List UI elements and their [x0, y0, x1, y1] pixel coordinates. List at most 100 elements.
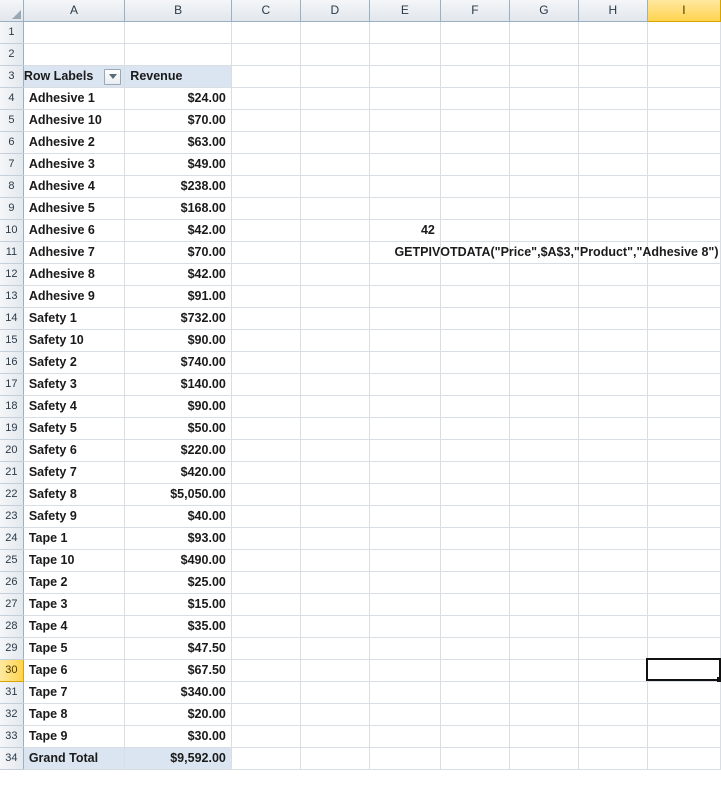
cell-e4[interactable]: [369, 87, 441, 110]
pivot-row-label[interactable]: Tape 8: [23, 703, 126, 726]
cell-h15[interactable]: [578, 329, 648, 352]
column-header-g[interactable]: G: [509, 0, 579, 22]
cell-f18[interactable]: [440, 395, 510, 418]
cell-e6[interactable]: [369, 131, 441, 154]
pivot-row-revenue[interactable]: $70.00: [124, 109, 232, 132]
cell-e29[interactable]: [369, 637, 441, 660]
cell-d8[interactable]: [300, 175, 370, 198]
pivot-row-label[interactable]: Adhesive 9: [23, 285, 126, 308]
cell-c8[interactable]: [231, 175, 301, 198]
cell-f32[interactable]: [440, 703, 510, 726]
cell-c29[interactable]: [231, 637, 301, 660]
cell-g9[interactable]: [509, 197, 579, 220]
cell-i16[interactable]: [647, 351, 721, 374]
cell-d6[interactable]: [300, 131, 370, 154]
pivot-row-revenue[interactable]: $70.00: [124, 241, 232, 264]
row-header-12[interactable]: 12: [0, 263, 24, 286]
cell-g28[interactable]: [509, 615, 579, 638]
cell-c20[interactable]: [231, 439, 301, 462]
cell-f31[interactable]: [440, 681, 510, 704]
cell-e1[interactable]: [369, 21, 441, 44]
select-all-corner-button[interactable]: [0, 0, 24, 22]
pivot-row-label[interactable]: Adhesive 3: [23, 153, 126, 176]
cell-g27[interactable]: [509, 593, 579, 616]
cell-f10[interactable]: [440, 219, 510, 242]
cell-h5[interactable]: [578, 109, 648, 132]
cell-f11[interactable]: [440, 241, 510, 264]
cell-i31[interactable]: [647, 681, 721, 704]
cell-f3[interactable]: [440, 65, 510, 88]
cell-e22[interactable]: [369, 483, 441, 506]
cell-h17[interactable]: [578, 373, 648, 396]
cell-c13[interactable]: [231, 285, 301, 308]
cell-a1[interactable]: [23, 21, 126, 44]
cell-d11[interactable]: [300, 241, 370, 264]
cell-c31[interactable]: [231, 681, 301, 704]
cell-f26[interactable]: [440, 571, 510, 594]
cell-d19[interactable]: [300, 417, 370, 440]
worksheet-table[interactable]: A B C D E F G H I 1 2 3 Row Labels Reven…: [0, 0, 721, 770]
pivot-row-revenue[interactable]: $340.00: [124, 681, 232, 704]
cell-h7[interactable]: [578, 153, 648, 176]
row-header-15[interactable]: 15: [0, 329, 24, 352]
cell-e14[interactable]: [369, 307, 441, 330]
cell-i28[interactable]: [647, 615, 721, 638]
cell-g10[interactable]: [509, 219, 579, 242]
pivot-row-label[interactable]: Adhesive 5: [23, 197, 126, 220]
cell-c28[interactable]: [231, 615, 301, 638]
cell-d15[interactable]: [300, 329, 370, 352]
pivot-row-label[interactable]: Safety 8: [23, 483, 126, 506]
cell-d4[interactable]: [300, 87, 370, 110]
row-header-30[interactable]: 30: [0, 658, 24, 682]
cell-e25[interactable]: [369, 549, 441, 572]
row-header-31[interactable]: 31: [0, 681, 24, 704]
cell-f13[interactable]: [440, 285, 510, 308]
cell-i29[interactable]: [647, 637, 721, 660]
cell-c3[interactable]: [231, 65, 301, 88]
pivot-row-revenue[interactable]: $90.00: [124, 395, 232, 418]
cell-b2[interactable]: [124, 43, 232, 66]
pivot-row-label[interactable]: Tape 1: [23, 527, 126, 550]
pivot-row-label[interactable]: Adhesive 4: [23, 175, 126, 198]
cell-e20[interactable]: [369, 439, 441, 462]
cell-i34[interactable]: [647, 747, 721, 770]
cell-g33[interactable]: [509, 725, 579, 748]
cell-e33[interactable]: [369, 725, 441, 748]
cell-c17[interactable]: [231, 373, 301, 396]
row-header-16[interactable]: 16: [0, 351, 24, 374]
row-header-6[interactable]: 6: [0, 131, 24, 154]
row-header-22[interactable]: 22: [0, 483, 24, 506]
cell-g26[interactable]: [509, 571, 579, 594]
cell-c1[interactable]: [231, 21, 301, 44]
pivot-row-revenue[interactable]: $47.50: [124, 637, 232, 660]
pivot-row-revenue[interactable]: $5,050.00: [124, 483, 232, 506]
row-header-26[interactable]: 26: [0, 571, 24, 594]
cell-h31[interactable]: [578, 681, 648, 704]
cell-e12[interactable]: [369, 263, 441, 286]
pivot-row-revenue[interactable]: $90.00: [124, 329, 232, 352]
cell-d18[interactable]: [300, 395, 370, 418]
cell-g23[interactable]: [509, 505, 579, 528]
cell-h34[interactable]: [578, 747, 648, 770]
pivot-row-label[interactable]: Safety 2: [23, 351, 126, 374]
cell-f6[interactable]: [440, 131, 510, 154]
cell-f27[interactable]: [440, 593, 510, 616]
cell-h11[interactable]: [578, 241, 648, 264]
row-header-17[interactable]: 17: [0, 373, 24, 396]
cell-g30[interactable]: [509, 659, 579, 682]
cell-d1[interactable]: [300, 21, 370, 44]
cell-e8[interactable]: [369, 175, 441, 198]
cell-g13[interactable]: [509, 285, 579, 308]
cell-h18[interactable]: [578, 395, 648, 418]
cell-d33[interactable]: [300, 725, 370, 748]
cell-e16[interactable]: [369, 351, 441, 374]
pivot-row-label[interactable]: Safety 3: [23, 373, 126, 396]
cell-i6[interactable]: [647, 131, 721, 154]
cell-c7[interactable]: [231, 153, 301, 176]
row-header-18[interactable]: 18: [0, 395, 24, 418]
cell-d9[interactable]: [300, 197, 370, 220]
cell-f12[interactable]: [440, 263, 510, 286]
cell-h14[interactable]: [578, 307, 648, 330]
cell-e32[interactable]: [369, 703, 441, 726]
cell-h30[interactable]: [578, 659, 648, 682]
